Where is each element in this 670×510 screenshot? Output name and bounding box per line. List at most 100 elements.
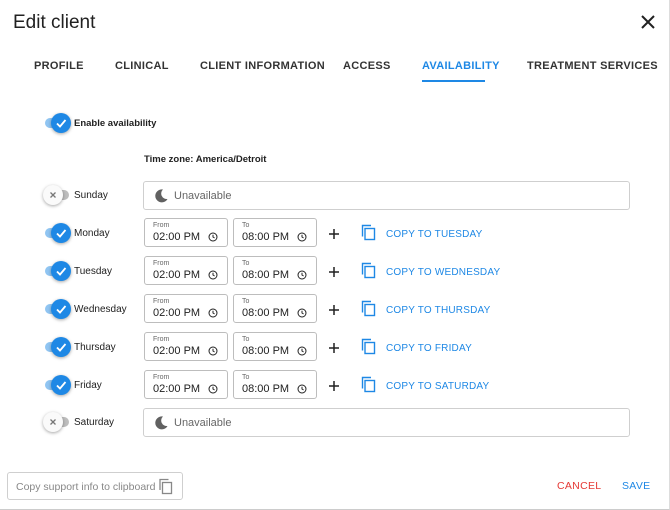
day-label-sunday: Sunday: [74, 190, 108, 201]
clock-icon: [297, 384, 307, 394]
from-caption: From: [153, 374, 170, 381]
copy-icon[interactable]: [361, 338, 376, 355]
copy-icon[interactable]: [361, 262, 376, 279]
copy-support-info-button[interactable]: Copy support info to clipboard: [7, 472, 183, 500]
to-time-wednesday[interactable]: To 08:00 PM: [233, 294, 317, 323]
clock-icon: [208, 308, 218, 318]
from-time-monday[interactable]: From 02:00 PM: [144, 218, 228, 247]
copy-icon[interactable]: [361, 300, 376, 317]
unavailable-field-saturday: Unavailable: [143, 408, 630, 437]
enable-availability-toggle[interactable]: [45, 113, 71, 133]
from-caption: From: [153, 222, 170, 229]
copy-icon: [159, 478, 173, 495]
tab-client-information[interactable]: CLIENT INFORMATION: [200, 60, 325, 72]
unavailable-text: Unavailable: [174, 417, 232, 429]
edit-client-dialog: Edit client PROFILE CLINICAL CLIENT INFO…: [0, 0, 670, 510]
to-caption: To: [242, 336, 250, 343]
plus-icon[interactable]: [328, 228, 340, 240]
to-time-friday[interactable]: To 08:00 PM: [233, 370, 317, 399]
toggle-saturday[interactable]: [43, 412, 71, 432]
clock-icon: [208, 346, 218, 356]
plus-icon[interactable]: [328, 304, 340, 316]
check-icon: [56, 229, 67, 238]
day-label-friday: Friday: [74, 380, 102, 391]
check-icon: [56, 267, 67, 276]
dialog-title: Edit client: [13, 12, 96, 33]
check-icon: [56, 381, 67, 390]
from-time-value: 02:00 PM: [153, 269, 201, 281]
cancel-button[interactable]: CANCEL: [557, 480, 601, 492]
from-time-thursday[interactable]: From 02:00 PM: [144, 332, 228, 361]
toggle-friday[interactable]: [45, 375, 71, 395]
enable-availability-label: Enable availability: [74, 118, 157, 129]
to-caption: To: [242, 222, 250, 229]
clock-icon: [208, 384, 218, 394]
check-icon: [56, 305, 67, 314]
day-label-monday: Monday: [74, 228, 110, 239]
toggle-sunday[interactable]: [43, 185, 71, 205]
to-time-tuesday[interactable]: To 08:00 PM: [233, 256, 317, 285]
moon-icon: [155, 416, 168, 430]
x-icon: [50, 192, 56, 198]
to-time-value: 08:00 PM: [242, 231, 290, 243]
day-label-saturday: Saturday: [74, 417, 115, 428]
plus-icon[interactable]: [328, 342, 340, 354]
toggle-tuesday[interactable]: [45, 261, 71, 281]
plus-icon[interactable]: [328, 380, 340, 392]
close-icon[interactable]: [638, 12, 658, 32]
copy-to-next-day-friday[interactable]: COPY TO SATURDAY: [386, 381, 489, 392]
copy-icon[interactable]: [361, 224, 376, 241]
check-icon: [56, 119, 67, 128]
clock-icon: [208, 232, 218, 242]
toggle-monday[interactable]: [45, 223, 71, 243]
from-time-value: 02:00 PM: [153, 383, 201, 395]
from-time-wednesday[interactable]: From 02:00 PM: [144, 294, 228, 323]
from-caption: From: [153, 260, 170, 267]
to-time-monday[interactable]: To 08:00 PM: [233, 218, 317, 247]
tab-profile[interactable]: PROFILE: [34, 60, 84, 72]
clock-icon: [297, 346, 307, 356]
tab-access[interactable]: ACCESS: [343, 60, 391, 72]
from-time-friday[interactable]: From 02:00 PM: [144, 370, 228, 399]
from-time-value: 02:00 PM: [153, 307, 201, 319]
toggle-thursday[interactable]: [45, 337, 71, 357]
copy-to-next-day-wednesday[interactable]: COPY TO THURSDAY: [386, 305, 491, 316]
copy-to-next-day-monday[interactable]: COPY TO TUESDAY: [386, 229, 483, 240]
from-time-value: 02:00 PM: [153, 231, 201, 243]
copy-support-info-label: Copy support info to clipboard: [16, 481, 156, 493]
save-button[interactable]: SAVE: [622, 480, 650, 492]
day-label-thursday: Thursday: [74, 342, 116, 353]
unavailable-field-sunday: Unavailable: [143, 181, 630, 210]
from-time-value: 02:00 PM: [153, 345, 201, 357]
from-caption: From: [153, 298, 170, 305]
to-caption: To: [242, 374, 250, 381]
clock-icon: [297, 308, 307, 318]
copy-to-next-day-thursday[interactable]: COPY TO FRIDAY: [386, 343, 472, 354]
toggle-wednesday[interactable]: [45, 299, 71, 319]
copy-icon[interactable]: [361, 376, 376, 393]
check-icon: [56, 343, 67, 352]
plus-icon[interactable]: [328, 266, 340, 278]
unavailable-text: Unavailable: [174, 190, 232, 202]
tab-availability[interactable]: AVAILABILITY: [422, 60, 500, 72]
clock-icon: [208, 270, 218, 280]
clock-icon: [297, 270, 307, 280]
moon-icon: [155, 189, 168, 203]
tab-clinical[interactable]: CLINICAL: [115, 60, 169, 72]
clock-icon: [297, 232, 307, 242]
copy-to-next-day-tuesday[interactable]: COPY TO WEDNESDAY: [386, 267, 500, 278]
from-time-tuesday[interactable]: From 02:00 PM: [144, 256, 228, 285]
day-label-wednesday: Wednesday: [74, 304, 127, 315]
x-icon: [50, 419, 56, 425]
to-time-value: 08:00 PM: [242, 383, 290, 395]
tab-bar: PROFILE CLINICAL CLIENT INFORMATION ACCE…: [0, 50, 670, 84]
to-time-value: 08:00 PM: [242, 307, 290, 319]
to-time-thursday[interactable]: To 08:00 PM: [233, 332, 317, 361]
active-tab-indicator: [422, 80, 485, 82]
tab-treatment-services[interactable]: TREATMENT SERVICES: [527, 60, 658, 72]
from-caption: From: [153, 336, 170, 343]
to-time-value: 08:00 PM: [242, 269, 290, 281]
day-label-tuesday: Tuesday: [74, 266, 112, 277]
timezone-label: Time zone: America/Detroit: [144, 154, 267, 165]
to-time-value: 08:00 PM: [242, 345, 290, 357]
